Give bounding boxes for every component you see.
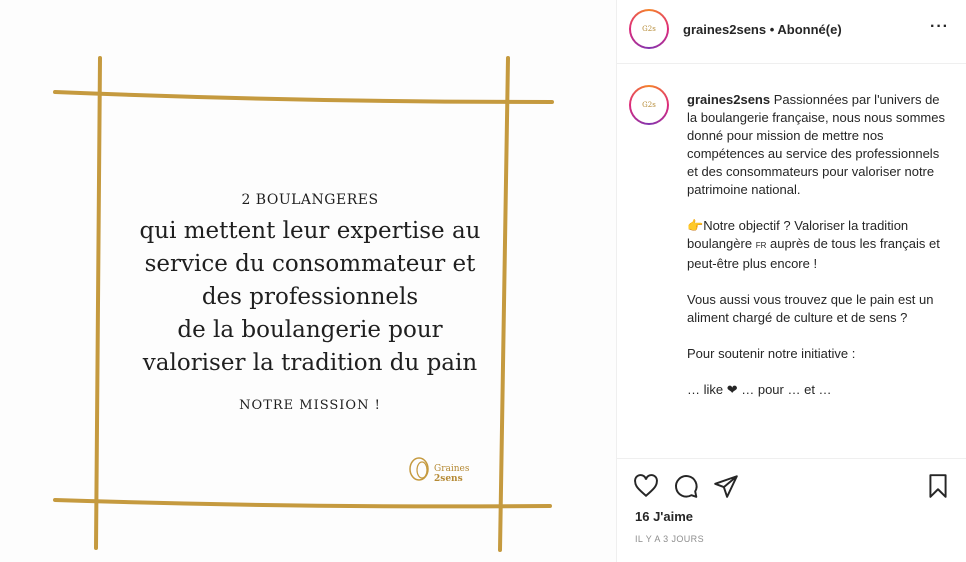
- logo-text: Graines: [434, 464, 470, 474]
- caption-area[interactable]: G2s graines2sens Passionnées par l'unive…: [617, 65, 966, 457]
- separator: •: [766, 22, 778, 37]
- slide-line: de la boulangerie pour: [177, 317, 443, 343]
- slide-line: service du consommateur et: [144, 251, 476, 277]
- send-icon[interactable]: [713, 473, 739, 499]
- post-sidebar: G2s graines2sens • Abonné(e) ··· G2s gra…: [616, 0, 966, 562]
- action-bar: 16 J'aime IL Y A 3 JOURS: [617, 458, 966, 562]
- avatar-logo: G2s: [631, 87, 667, 123]
- more-options-icon[interactable]: ···: [930, 18, 949, 36]
- slide-line: qui mettent leur expertise au: [139, 218, 481, 244]
- fr-flag-icon: FR: [755, 241, 767, 250]
- caption: graines2sens Passionnées par l'univers d…: [687, 91, 949, 417]
- caption-support: Pour soutenir notre initiative :: [687, 346, 856, 361]
- caption-question: Vous aussi vous trouvez que le pain est …: [687, 292, 934, 325]
- heart-icon[interactable]: [633, 473, 659, 499]
- slide-mission: NOTRE MISSION !: [239, 398, 381, 413]
- post-timestamp[interactable]: IL Y A 3 JOURS: [635, 534, 704, 544]
- caption-username[interactable]: graines2sens: [687, 92, 770, 107]
- comment-icon[interactable]: [673, 473, 699, 499]
- avatar[interactable]: G2s: [629, 9, 669, 49]
- graines2sens-logo: Graines 2sens: [408, 455, 478, 487]
- likes-count[interactable]: 16 J'aime: [635, 509, 693, 524]
- follow-status[interactable]: Abonné(e): [777, 22, 841, 37]
- caption-intro: Passionnées par l'univers de la boulange…: [687, 92, 945, 197]
- pointing-hand-icon: 👉: [687, 218, 704, 233]
- header-user: graines2sens • Abonné(e): [683, 22, 842, 37]
- slide-line: des professionnels: [201, 284, 419, 310]
- slide-body: qui mettent leur expertise au service du…: [120, 215, 500, 380]
- avatar-logo: G2s: [631, 11, 667, 47]
- slide-heading: 2 BOULANGERES: [241, 192, 379, 208]
- slide-line: valoriser la tradition du pain: [142, 350, 478, 376]
- post-header: G2s graines2sens • Abonné(e) ···: [617, 0, 966, 64]
- wheat-icon: [409, 457, 429, 481]
- avatar[interactable]: G2s: [629, 85, 669, 125]
- username-link[interactable]: graines2sens: [683, 22, 766, 37]
- logo-text: 2sens: [434, 474, 463, 484]
- caption-cut-line: … like ❤ … pour … et …: [687, 382, 832, 397]
- post-image[interactable]: 2 BOULANGERES qui mettent leur expertise…: [0, 0, 616, 562]
- bookmark-icon[interactable]: [925, 473, 951, 499]
